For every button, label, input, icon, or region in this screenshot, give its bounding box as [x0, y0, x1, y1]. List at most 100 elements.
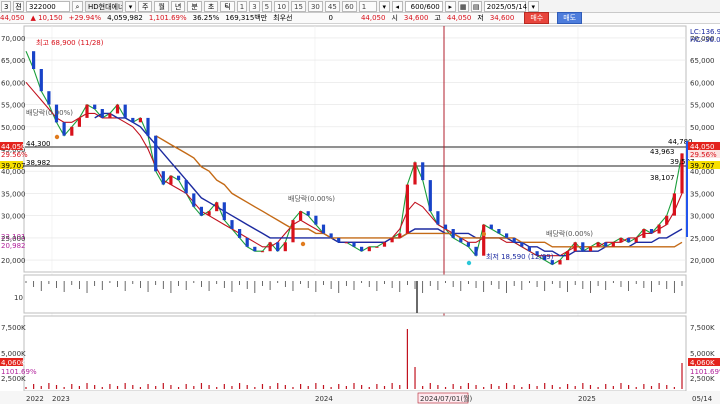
price-tick-label-left: 65,000	[1, 57, 26, 65]
volume-axis-label-1: 7,500K	[1, 324, 26, 332]
candle	[70, 126, 74, 136]
candle	[47, 91, 51, 105]
period-week[interactable]: 주	[138, 0, 153, 12]
stock-code-input[interactable]: 322000	[26, 0, 70, 12]
data-count-field[interactable]: 600/600	[404, 0, 443, 12]
candle	[375, 246, 379, 248]
volume-pane[interactable]	[23, 315, 687, 392]
minute-10[interactable]: 10	[274, 0, 290, 12]
chevron-down-icon[interactable]: ▾	[378, 0, 390, 12]
line-value-1: 44,300	[26, 140, 51, 148]
x-tick-2025: 2025	[578, 395, 596, 403]
candle	[268, 242, 272, 252]
candle	[352, 242, 356, 247]
search-icon[interactable]: ⌕	[72, 0, 83, 12]
price-tick-label: 35,000	[690, 190, 715, 198]
period-month[interactable]: 월	[154, 0, 169, 12]
price-tick-label: 60,000	[690, 79, 715, 87]
candle	[177, 175, 181, 181]
trade-volume: 4,059,982	[107, 14, 143, 22]
scroll-right-icon[interactable]: ▸	[444, 0, 456, 12]
stock-chart[interactable]: 최고 68,900 (11/28) 배당락(0.00%) 44,300 38,9…	[0, 25, 720, 404]
ratio-pane[interactable]	[23, 274, 687, 314]
candle	[588, 246, 593, 252]
candle	[558, 260, 562, 265]
buy-button[interactable]: 매수	[524, 12, 550, 24]
candle	[642, 229, 646, 238]
candle	[413, 162, 417, 185]
period-minute[interactable]: 분	[187, 0, 202, 12]
minute-5[interactable]: 5	[261, 0, 273, 12]
volume-axis-label-3: 2,500K	[1, 375, 26, 383]
dividend-annotation-1: 배당락(0.00%)	[26, 108, 73, 117]
candle	[566, 251, 570, 261]
price-tick-label-left: 60,000	[1, 79, 26, 87]
candle	[367, 246, 371, 252]
market-prefix-button[interactable]: 젼	[13, 0, 24, 12]
price-repeat: 44,050	[360, 14, 386, 22]
view-count-field[interactable]: 3	[1, 0, 11, 12]
minute-45[interactable]: 45	[324, 0, 340, 12]
stock-name-field[interactable]: HD현대에너	[85, 0, 123, 12]
price-tick-label-left: 35,000	[1, 190, 26, 198]
candle	[230, 220, 234, 229]
price-tick-label-left: 30,000	[1, 213, 26, 221]
calendar-icon[interactable]: ▤	[470, 0, 482, 12]
candle	[199, 206, 203, 216]
candle	[138, 117, 142, 123]
dropdown-icon[interactable]: ▾	[125, 0, 136, 12]
candle	[100, 109, 104, 118]
price-tick-label: 50,000	[690, 124, 715, 132]
price-tick-label-left: 25,000	[1, 235, 26, 243]
sell-button[interactable]: 매도	[557, 12, 583, 24]
candle	[39, 69, 43, 92]
candle	[459, 237, 463, 243]
low-marker	[466, 260, 472, 266]
candle	[32, 51, 36, 69]
candle	[253, 246, 257, 252]
minute-30[interactable]: 30	[307, 0, 323, 12]
minute-15[interactable]: 15	[291, 0, 306, 12]
dividend-marker-1	[54, 134, 60, 140]
candle	[436, 211, 440, 225]
candle	[505, 233, 509, 238]
price-tick-label-left: 55,000	[1, 102, 26, 110]
candle	[93, 104, 97, 109]
priority-value: 0	[328, 14, 333, 22]
trade-amount: 169,315백만	[225, 14, 268, 22]
hc-indicator: HC:-36.02	[690, 36, 720, 44]
candle	[131, 117, 135, 123]
scroll-left-icon[interactable]: ◂	[391, 0, 403, 12]
period-year[interactable]: 년	[170, 0, 186, 12]
period-tick[interactable]: 틱	[220, 0, 235, 12]
candle	[306, 211, 310, 216]
minute-3[interactable]: 3	[249, 0, 260, 12]
candle	[329, 233, 333, 238]
calendar-picker-icon[interactable]: ▾	[527, 0, 539, 12]
current-price: 44,050	[0, 14, 25, 22]
x-tick-2023: 2023	[52, 395, 70, 403]
date-field[interactable]: 2025/05/14	[483, 0, 527, 12]
candle	[398, 233, 402, 238]
period-second[interactable]: 초	[203, 0, 219, 12]
x-tick-end: 05/14	[692, 395, 713, 403]
candle	[649, 229, 654, 234]
minute-1[interactable]: 1	[236, 0, 248, 12]
candle	[161, 171, 165, 185]
candle	[169, 175, 173, 185]
low-annotation: 최저 18,590 (12/09)	[486, 252, 554, 261]
candle	[62, 122, 66, 136]
volume-axis-right-1: 7,500K	[690, 324, 715, 332]
x-tick-2022: 2022	[26, 395, 44, 403]
minute-60[interactable]: 60	[341, 0, 357, 12]
settings-icon[interactable]: ▦	[457, 0, 469, 12]
time-axis	[0, 391, 720, 404]
custom-interval-field[interactable]: 1	[358, 0, 377, 12]
candle	[497, 229, 501, 234]
candle	[154, 135, 158, 172]
candle	[238, 229, 242, 238]
price-tick-label-left: 50,000	[1, 124, 26, 132]
candle	[222, 202, 226, 221]
candle	[115, 104, 120, 114]
candle	[482, 224, 486, 256]
